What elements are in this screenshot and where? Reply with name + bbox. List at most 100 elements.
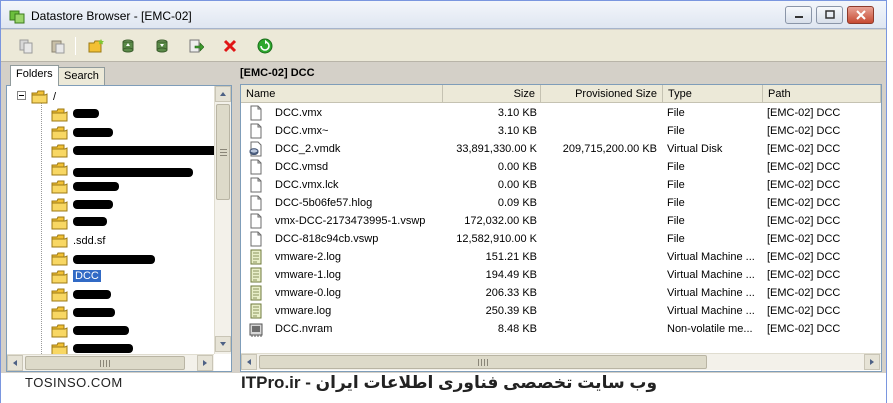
footer-brand-left: TOSINSO.COM (25, 375, 123, 390)
column-header-path[interactable]: Path (763, 85, 881, 103)
copy-icon (19, 39, 33, 54)
window-title: Datastore Browser - [EMC-02] (31, 9, 192, 23)
tree-item[interactable] (7, 304, 215, 322)
scroll-left-button[interactable] (7, 355, 23, 371)
tree-horizontal-scroll-thumb[interactable] (25, 356, 185, 370)
close-button[interactable] (847, 6, 874, 24)
file-size: 0.09 KB (497, 197, 537, 209)
file-path: [EMC-02] DCC (767, 233, 841, 245)
folder-tree[interactable]: / .sdd.sf DCC (6, 85, 232, 372)
file-row[interactable]: DCC.vmsd 0.00 KB File [EMC-02] DCC (241, 158, 881, 176)
file-name: vmware-0.log (275, 287, 342, 299)
file-row[interactable]: DCC.nvram 8.48 KB Non-volatile me... [EMC-0… (241, 320, 881, 338)
collapse-icon[interactable] (17, 91, 26, 100)
file-path: [EMC-02] DCC (767, 143, 841, 155)
file-type: Virtual Disk (667, 143, 723, 155)
tree-vertical-scroll-thumb[interactable] (216, 104, 230, 200)
upload-button[interactable] (117, 36, 139, 56)
column-path-label: Path (768, 88, 791, 100)
download-button[interactable] (151, 36, 173, 56)
thumb-grip (100, 360, 110, 367)
refresh-button[interactable] (253, 36, 275, 56)
file-size: 250.39 KB (485, 305, 537, 317)
arrow-left-icon (13, 360, 17, 366)
file-list-scroll-thumb[interactable] (259, 355, 707, 369)
file-row[interactable]: DCC.vmx 3.10 KB File [EMC-02] DCC (241, 104, 881, 122)
file-provisioned-size: 209,715,200.00 KB (562, 143, 657, 155)
tab-search[interactable]: Search (58, 67, 105, 85)
file-name: DCC.vmx.lck (275, 179, 339, 191)
column-header-size[interactable]: Size (443, 85, 541, 103)
tree-item[interactable] (7, 286, 215, 304)
file-row[interactable]: DCC.vmx~ 3.10 KB File [EMC-02] DCC (241, 122, 881, 140)
file-row[interactable]: DCC_2.vmdk 33,891,330.00 K 209,715,200.00 … (241, 140, 881, 158)
file-type: File (667, 179, 685, 191)
tree-item-selected[interactable]: DCC (7, 268, 215, 286)
tree-item[interactable] (7, 106, 215, 124)
tree-item[interactable] (7, 142, 221, 160)
title-bar[interactable]: Datastore Browser - [EMC-02] (1, 1, 886, 29)
tab-folders[interactable]: Folders (10, 65, 59, 86)
current-path-label: [EMC-02] DCC (240, 67, 315, 79)
file-name: DCC.vmx (275, 107, 323, 119)
redacted-label (73, 200, 113, 209)
file-size: 3.10 KB (497, 125, 537, 137)
file-row[interactable]: DCC.vmx.lck 0.00 KB File [EMC-02] DCC (241, 176, 881, 194)
maximize-button[interactable] (816, 6, 843, 24)
file-path: [EMC-02] DCC (767, 269, 841, 281)
thumb-grip (478, 359, 488, 366)
delete-button[interactable] (219, 36, 241, 56)
paste-icon (51, 40, 65, 54)
column-header-type[interactable]: Type (663, 85, 763, 103)
file-row[interactable]: vmware-0.log 206.33 KB Virtual Machine ...… (241, 284, 881, 302)
file-row[interactable]: DCC-5b06fe57.hlog 0.09 KB File [EMC-02] DCC (241, 194, 881, 212)
minimize-button[interactable] (785, 6, 812, 24)
file-list-header: Name Size Provisioned Size Type Path (241, 85, 881, 103)
maximize-icon (825, 10, 835, 19)
tree-root[interactable]: / (7, 88, 215, 106)
file-size: 8.48 KB (497, 323, 537, 335)
file-row[interactable]: vmware.log 250.39 KB Virtual Machine ... [E… (241, 302, 881, 320)
paste-button[interactable] (47, 36, 69, 56)
register-vm-button[interactable] (185, 36, 207, 56)
tree-item[interactable] (7, 322, 215, 340)
scroll-up-button[interactable] (215, 86, 231, 102)
file-name: DCC.nvram (275, 323, 333, 335)
arrow-right-icon (203, 360, 207, 366)
tree-item[interactable] (7, 250, 215, 268)
scroll-right-button[interactable] (197, 355, 213, 371)
scroll-left-button[interactable] (241, 354, 257, 370)
file-row[interactable]: vmx-DCC-2173473995-1.vswp 172,032.00 KB Fi… (241, 212, 881, 230)
tree-horizontal-scrollbar[interactable] (7, 354, 214, 371)
arrow-left-icon (247, 359, 251, 365)
copy-button[interactable] (15, 36, 37, 56)
tree-item[interactable] (7, 196, 215, 214)
file-path: [EMC-02] DCC (767, 179, 841, 191)
minimize-icon (795, 16, 803, 18)
tree-item[interactable] (7, 214, 215, 232)
tree-item[interactable] (7, 124, 215, 142)
file-path: [EMC-02] DCC (767, 287, 841, 299)
file-row[interactable]: DCC-818c94cb.vswp 12,582,910.00 K File [EMC… (241, 230, 881, 248)
new-folder-button[interactable] (85, 36, 107, 56)
scroll-down-button[interactable] (215, 336, 231, 352)
column-header-name[interactable]: Name (241, 85, 443, 103)
file-type: File (667, 197, 685, 209)
scroll-right-button[interactable] (864, 354, 880, 370)
file-size: 0.00 KB (497, 179, 537, 191)
tree-item[interactable]: .sdd.sf (7, 232, 215, 250)
tree-item[interactable] (7, 178, 215, 196)
file-name: DCC_2.vmdk (275, 143, 341, 155)
file-list-horizontal-scrollbar[interactable] (241, 353, 881, 370)
tree-vertical-scrollbar[interactable] (214, 86, 231, 354)
column-header-provisioned-size[interactable]: Provisioned Size (541, 85, 663, 103)
arrow-right-icon (870, 359, 874, 365)
file-type: Virtual Machine ... (667, 251, 755, 263)
left-tabs: Folders Search (6, 65, 232, 86)
refresh-icon (257, 38, 273, 54)
file-row[interactable]: vmware-1.log 194.49 KB Virtual Machine ...… (241, 266, 881, 284)
tree-item[interactable] (7, 160, 215, 178)
file-row[interactable]: vmware-2.log 151.21 KB Virtual Machine ...… (241, 248, 881, 266)
file-list[interactable]: Name Size Provisioned Size Type Path DCC… (240, 84, 882, 372)
file-path: [EMC-02] DCC (767, 197, 841, 209)
